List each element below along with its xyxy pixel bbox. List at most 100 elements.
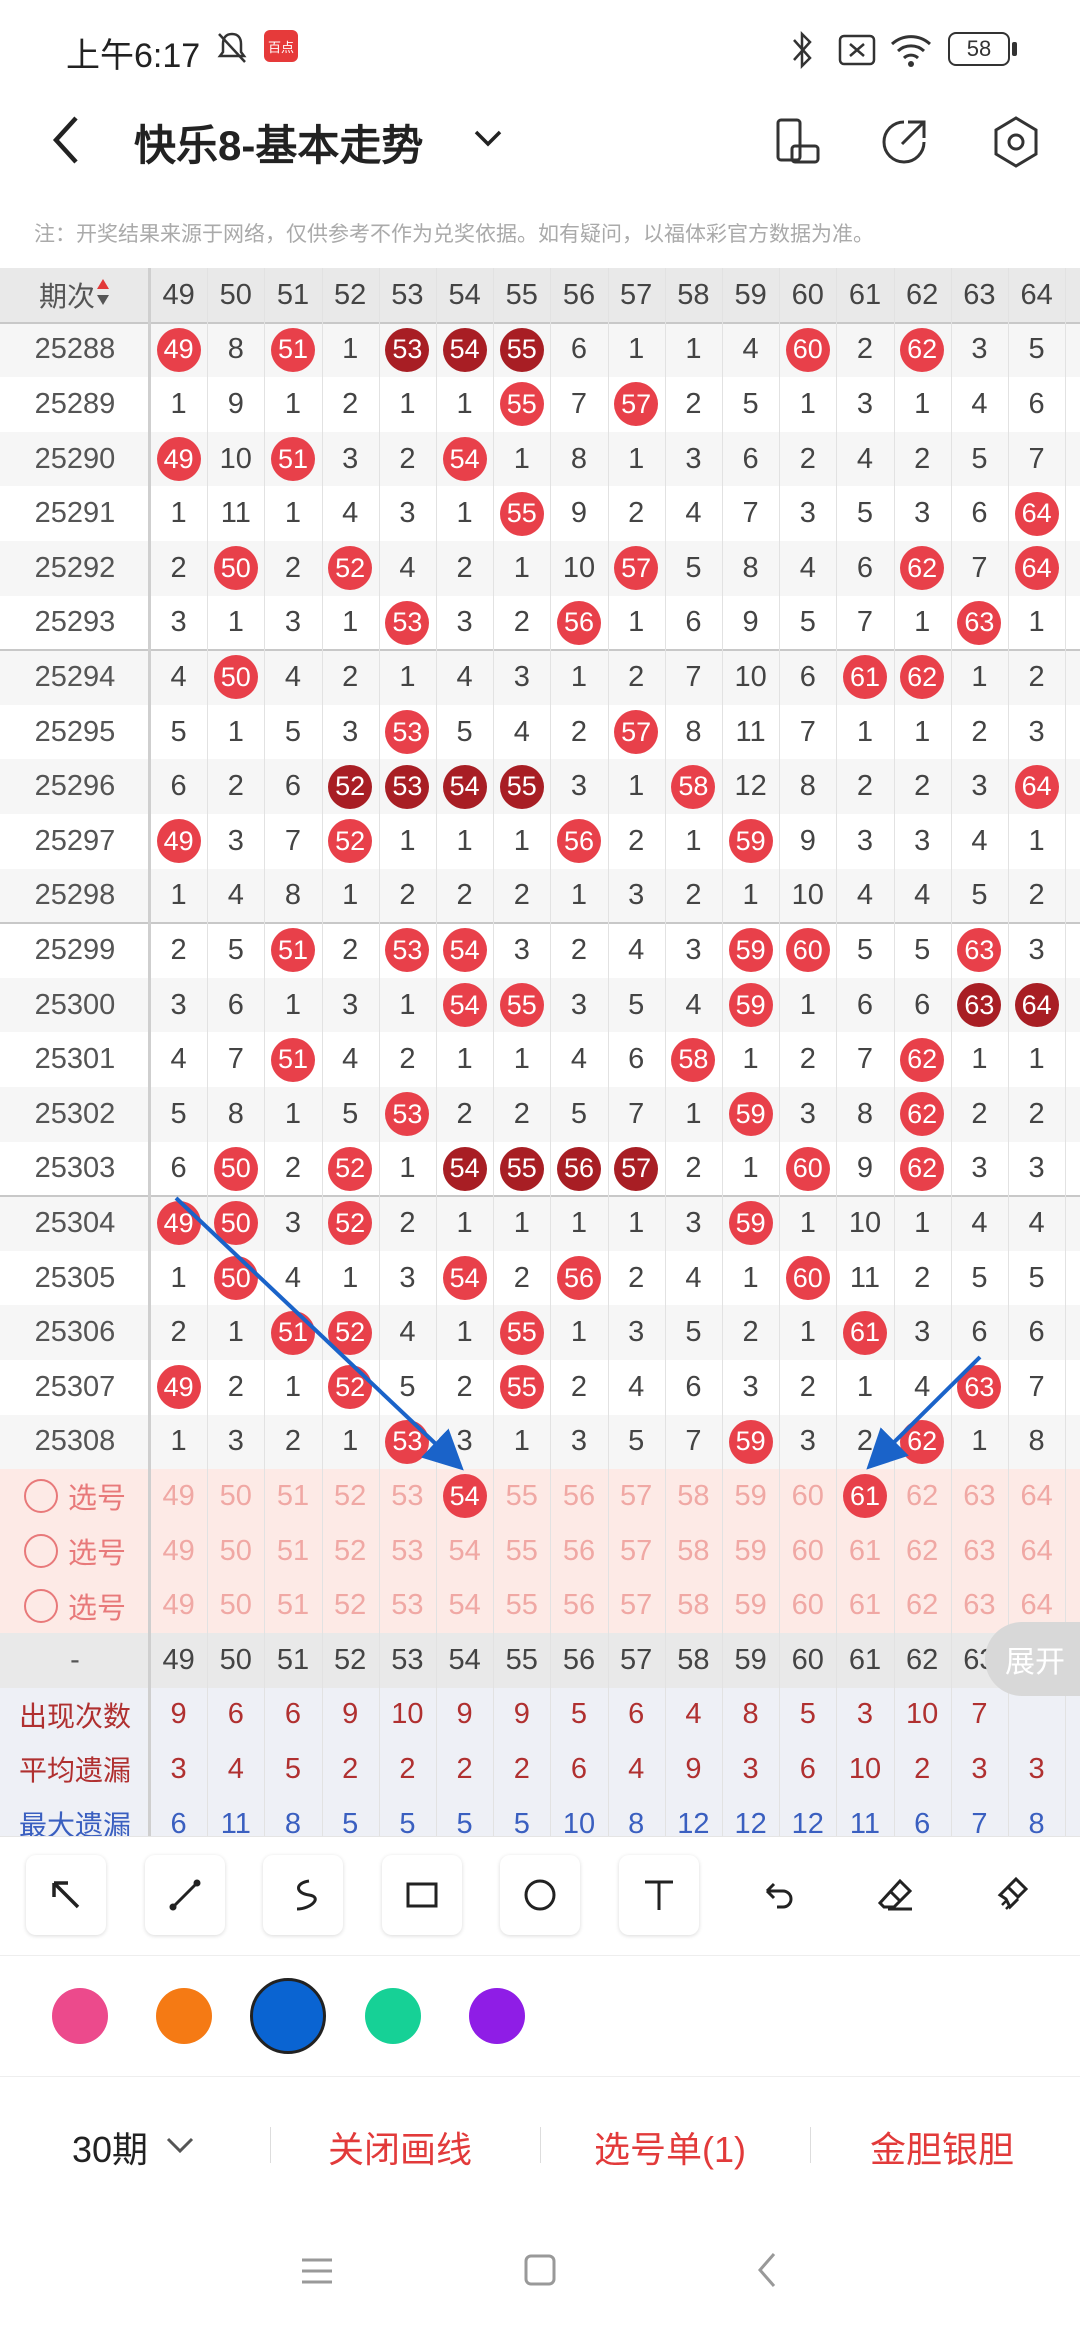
color-swatch-purple[interactable] xyxy=(469,1988,525,2044)
select-number[interactable]: 55 xyxy=(493,1524,550,1579)
eraser-button[interactable] xyxy=(856,1855,936,1935)
period-cell: 25292 xyxy=(34,551,116,584)
select-number[interactable]: 62 xyxy=(894,1524,951,1579)
chevron-down-icon[interactable] xyxy=(164,2133,196,2157)
select-number[interactable]: 53 xyxy=(379,1578,436,1633)
select-number[interactable]: 59 xyxy=(722,1578,779,1633)
table-cell: 1 xyxy=(150,869,207,924)
home-icon[interactable] xyxy=(522,2252,558,2288)
select-number[interactable]: 50 xyxy=(207,1524,264,1579)
rect-tool-button[interactable] xyxy=(382,1855,462,1935)
select-number[interactable]: 64 xyxy=(1008,1469,1065,1524)
select-radio-icon[interactable] xyxy=(23,1534,58,1569)
select-number[interactable]: 59 xyxy=(722,1524,779,1579)
text-tool-button[interactable] xyxy=(619,1855,699,1935)
clear-button[interactable] xyxy=(974,1855,1054,1935)
select-number[interactable]: 49 xyxy=(150,1578,207,1633)
period-header[interactable]: 期次 xyxy=(0,268,150,323)
select-number[interactable]: 55 xyxy=(493,1578,550,1633)
select-number[interactable]: 54 xyxy=(436,1578,493,1633)
select-number[interactable]: 63 xyxy=(951,1469,1008,1524)
select-number[interactable]: 52 xyxy=(322,1469,379,1524)
select-number[interactable]: 52 xyxy=(322,1578,379,1633)
column-header: 53 xyxy=(391,1643,424,1676)
select-number[interactable]: 49 xyxy=(150,1469,207,1524)
chevron-down-icon[interactable] xyxy=(470,124,506,154)
miss-count: 1 xyxy=(570,1206,588,1239)
select-number[interactable]: 54 xyxy=(436,1524,493,1579)
select-number[interactable]: 57 xyxy=(608,1469,665,1524)
select-number[interactable]: 60 xyxy=(779,1469,836,1524)
expand-button[interactable]: 展开 xyxy=(985,1622,1080,1696)
select-radio-icon[interactable] xyxy=(23,1479,58,1514)
select-number[interactable]: 58 xyxy=(665,1469,722,1524)
period-cell: 25304 xyxy=(34,1206,116,1239)
select-number[interactable]: 56 xyxy=(550,1578,607,1633)
select-number[interactable]: 59 xyxy=(722,1469,779,1524)
select-number[interactable]: 51 xyxy=(264,1524,321,1579)
color-swatch-pink[interactable] xyxy=(52,1988,108,2044)
table-cell: 49 xyxy=(150,1196,207,1251)
select-number[interactable]: 62 xyxy=(894,1469,951,1524)
select-number[interactable]: 50 xyxy=(207,1578,264,1633)
miss-count: 3 xyxy=(456,1425,473,1458)
table-cell: 10 xyxy=(550,541,607,596)
select-number[interactable]: 61 xyxy=(836,1524,893,1579)
select-number[interactable]: 57 xyxy=(608,1524,665,1579)
undo-button[interactable] xyxy=(737,1855,817,1935)
back-icon[interactable] xyxy=(752,2250,782,2290)
selected-number-ball[interactable]: 61 xyxy=(842,1474,887,1519)
circle-tool-button[interactable] xyxy=(500,1855,580,1935)
select-number-label: 50 xyxy=(219,1534,252,1567)
gold-silver-button[interactable]: 金胆银胆 xyxy=(870,2121,1014,2173)
select-row-label[interactable]: 选号 xyxy=(0,1469,150,1524)
select-number[interactable]: 61 xyxy=(836,1469,893,1524)
select-number[interactable]: 60 xyxy=(779,1524,836,1579)
select-number[interactable]: 53 xyxy=(379,1469,436,1524)
curve-tool-button[interactable] xyxy=(263,1855,343,1935)
color-swatch-green[interactable] xyxy=(365,1988,421,2044)
select-number[interactable]: 56 xyxy=(550,1524,607,1579)
select-number[interactable]: 51 xyxy=(264,1469,321,1524)
color-swatch-orange[interactable] xyxy=(156,1988,212,2044)
back-arrow-icon[interactable] xyxy=(46,112,86,168)
page-title[interactable]: 快乐8-基本走势 xyxy=(134,112,423,173)
select-number[interactable]: 62 xyxy=(894,1578,951,1633)
select-number[interactable]: 57 xyxy=(608,1578,665,1633)
select-number[interactable]: 58 xyxy=(665,1578,722,1633)
select-radio-icon[interactable] xyxy=(23,1588,58,1623)
color-palette xyxy=(0,1955,1080,2075)
table-cell: 5 xyxy=(1008,1251,1065,1306)
select-number[interactable]: 51 xyxy=(264,1578,321,1633)
select-number[interactable]: 55 xyxy=(493,1469,550,1524)
arrow-tool-button[interactable] xyxy=(26,1855,106,1935)
selected-number-ball[interactable]: 54 xyxy=(442,1474,487,1519)
select-number[interactable]: 61 xyxy=(836,1578,893,1633)
select-row-label[interactable]: 选号 xyxy=(0,1578,150,1633)
period-cell: 25290 xyxy=(34,442,116,475)
select-number[interactable]: 49 xyxy=(150,1524,207,1579)
table-cell: 60 xyxy=(779,1251,836,1306)
select-number[interactable]: 64 xyxy=(1008,1524,1065,1579)
share-icon[interactable] xyxy=(878,116,930,168)
line-tool-button[interactable] xyxy=(145,1855,225,1935)
rotate-screen-icon[interactable] xyxy=(772,116,824,168)
period-selector[interactable]: 30期 xyxy=(72,2121,148,2173)
settings-icon[interactable] xyxy=(988,114,1044,170)
select-number[interactable]: 56 xyxy=(550,1469,607,1524)
select-number[interactable]: 58 xyxy=(665,1524,722,1579)
sort-icon[interactable] xyxy=(95,277,111,314)
color-swatch-blue[interactable] xyxy=(250,1978,326,2054)
select-number[interactable]: 63 xyxy=(951,1524,1008,1579)
select-number[interactable]: 53 xyxy=(379,1524,436,1579)
select-number[interactable]: 60 xyxy=(779,1578,836,1633)
select-row-label[interactable]: 选号 xyxy=(0,1524,150,1579)
select-number[interactable]: 54 xyxy=(436,1469,493,1524)
ticket-button[interactable]: 选号单(1) xyxy=(594,2121,746,2173)
select-number[interactable]: 50 xyxy=(207,1469,264,1524)
select-number[interactable]: 63 xyxy=(951,1578,1008,1633)
stats-row: 平均遗漏 3 4 5 2 2 2 2 6 4 9 3 6 10 2 3 3 xyxy=(0,1742,1080,1797)
select-number[interactable]: 52 xyxy=(322,1524,379,1579)
close-lines-button[interactable]: 关闭画线 xyxy=(328,2121,472,2173)
menu-icon[interactable] xyxy=(298,2254,336,2288)
